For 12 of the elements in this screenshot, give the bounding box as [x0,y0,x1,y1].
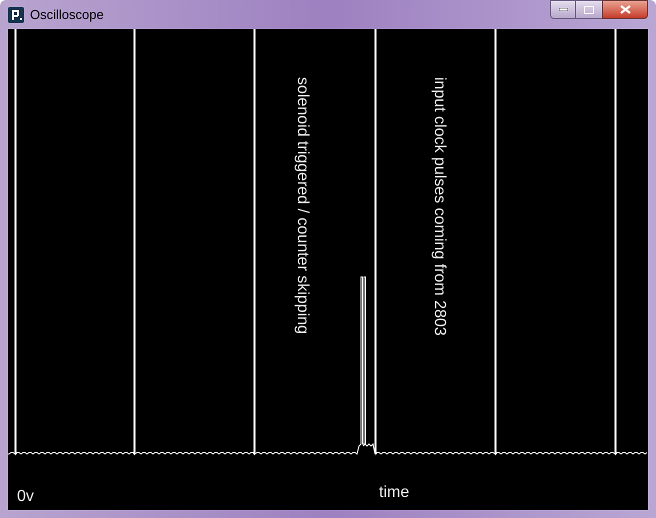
maximize-button[interactable] [576,0,602,19]
minimize-button[interactable] [550,0,576,19]
window-title: Oscilloscope [30,6,104,24]
app-logo-icon [8,6,24,22]
close-button[interactable] [602,0,648,19]
minimize-icon [558,8,568,11]
annotation-label: input clock pulses coming from 2803 [430,77,449,336]
maximize-icon [584,6,594,14]
y-axis-label: 0v [17,487,34,507]
annotation-label: solenoid triggered / counter skipping [293,77,312,334]
x-axis-label: time [379,483,410,503]
close-icon [620,5,630,14]
